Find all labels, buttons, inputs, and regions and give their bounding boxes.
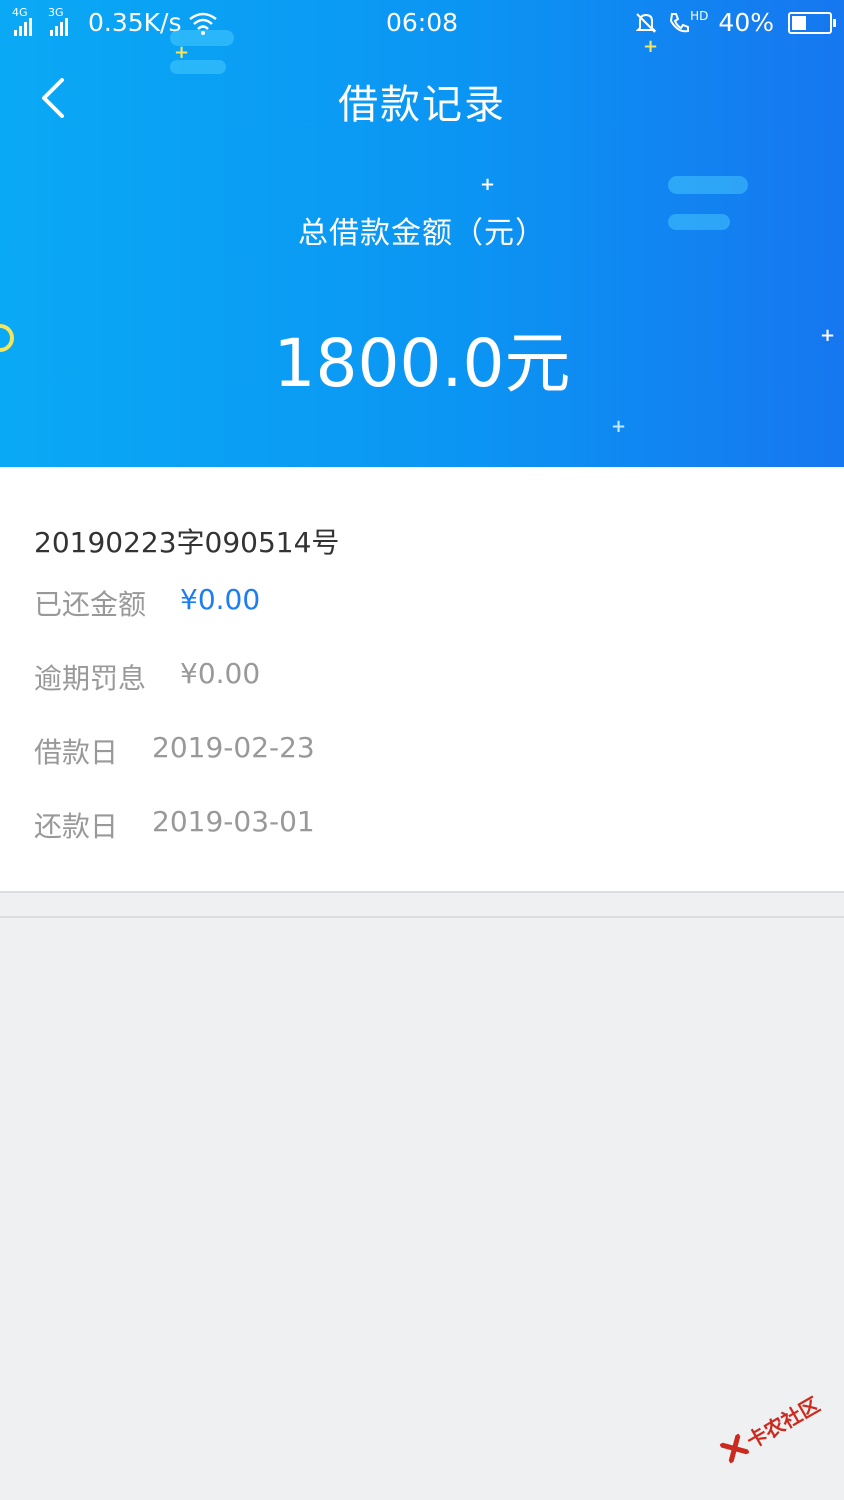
battery-icon bbox=[788, 11, 836, 34]
loan-date-row: 借款日 2019-02-23 bbox=[34, 731, 315, 771]
battery-level bbox=[792, 15, 806, 30]
decor-bar bbox=[668, 176, 748, 194]
section-divider bbox=[0, 916, 844, 918]
sparkle-icon: + bbox=[611, 416, 627, 437]
total-loan-amount: 1800.0元 bbox=[273, 325, 571, 402]
watermark: 卡农社区 bbox=[710, 1373, 835, 1480]
loan-record-card[interactable]: 20190223字090514号 已还金额 ¥0.00 逾期罚息 ¥0.00 借… bbox=[0, 467, 844, 893]
repayment-date-row: 还款日 2019-03-01 bbox=[34, 805, 315, 845]
repaid-amount-value: ¥0.00 bbox=[180, 583, 261, 616]
loan-number: 20190223字090514号 bbox=[34, 526, 340, 559]
hd-call-label: HD bbox=[690, 8, 709, 23]
battery-percent: 40% bbox=[718, 8, 774, 37]
loan-date-value: 2019-02-23 bbox=[152, 731, 315, 764]
repaid-amount-row: 已还金额 ¥0.00 bbox=[34, 583, 260, 623]
overdue-penalty-value: ¥0.00 bbox=[180, 657, 261, 690]
overdue-penalty-row: 逾期罚息 ¥0.00 bbox=[34, 657, 260, 697]
repayment-date-label: 还款日 bbox=[34, 810, 119, 843]
page-title: 借款记录 bbox=[338, 82, 506, 128]
phone-icon bbox=[670, 12, 690, 32]
total-loan-label: 总借款金额（元） bbox=[298, 216, 546, 251]
loan-date-label: 借款日 bbox=[34, 736, 119, 769]
bell-off-icon bbox=[635, 12, 657, 33]
overdue-penalty-label: 逾期罚息 bbox=[34, 662, 147, 695]
watermark-text: 卡农社区 bbox=[742, 1391, 824, 1453]
sparkle-icon: + bbox=[480, 174, 496, 195]
repayment-date-value: 2019-03-01 bbox=[152, 805, 315, 838]
nav-bar: 借款记录 bbox=[0, 50, 844, 146]
repaid-amount-label: 已还金额 bbox=[34, 588, 147, 621]
header-banner: + + + + + 4G 3G 0.35K/s 06:08 HD 40% 借款记… bbox=[0, 0, 844, 467]
status-bar: 4G 3G 0.35K/s 06:08 HD 40% bbox=[0, 0, 844, 46]
